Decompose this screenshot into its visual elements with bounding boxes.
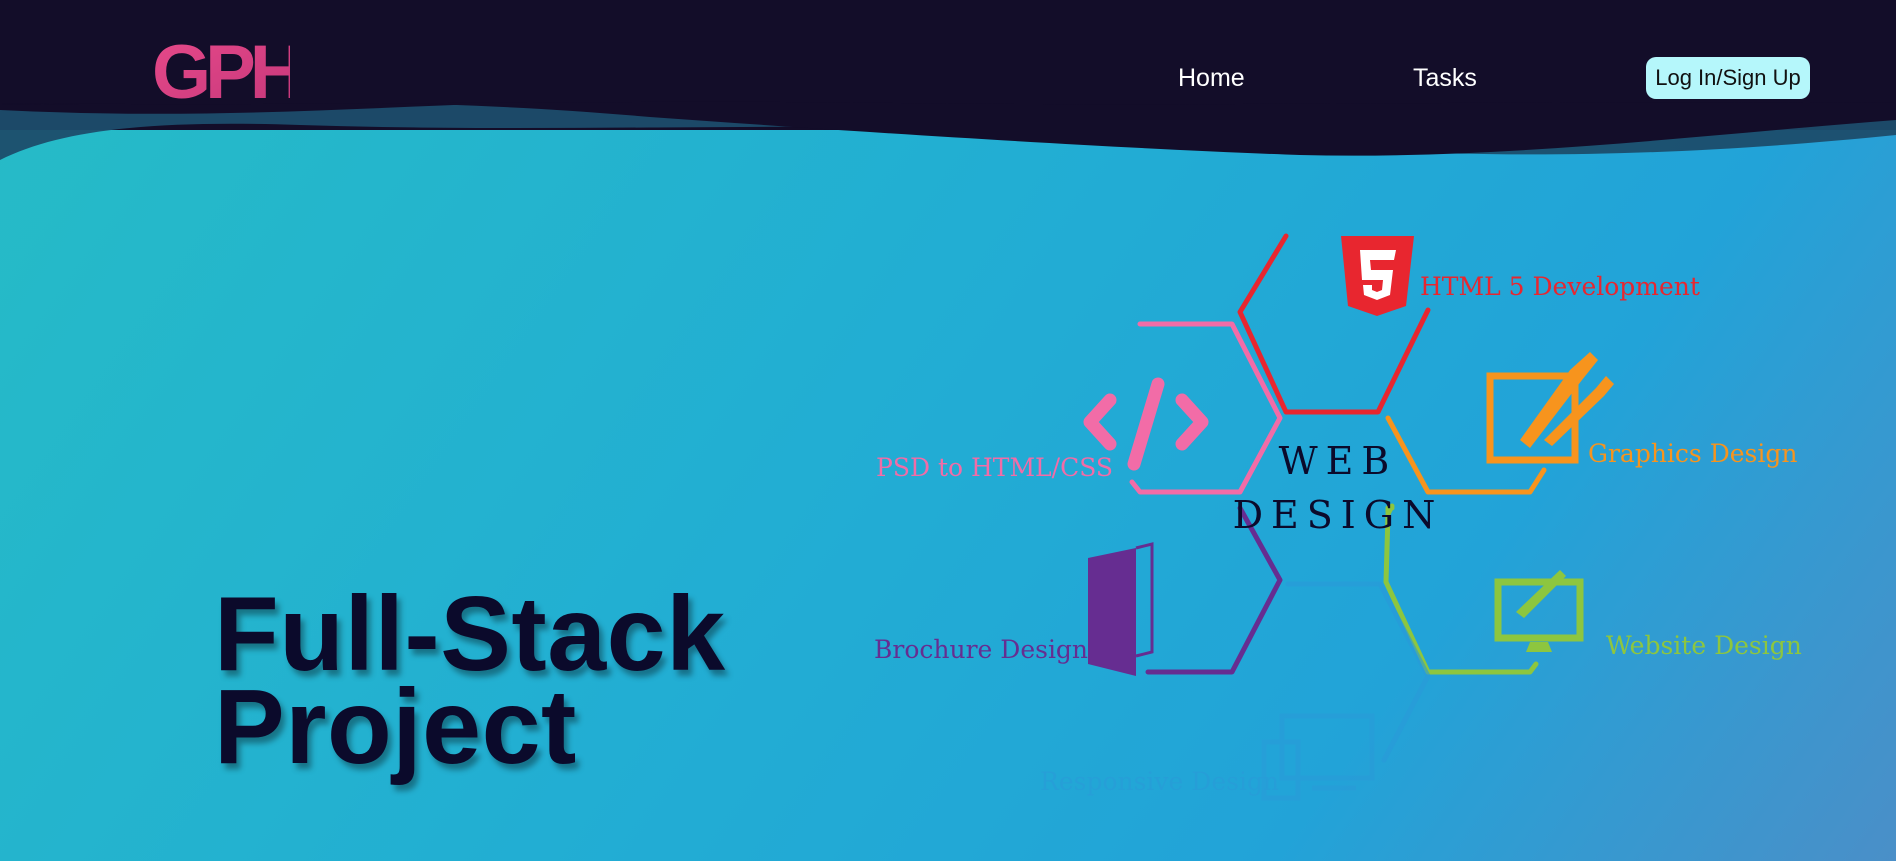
website-design-label: Website Design xyxy=(1606,631,1802,660)
brochure-design-label: Brochure Design xyxy=(874,635,1088,664)
responsive-design-label: Responsive Design xyxy=(1040,767,1279,796)
html5-development-label: HTML 5 Development xyxy=(1420,272,1700,301)
center-label-design: DESIGN xyxy=(1233,493,1444,537)
hero-title-line2: Project xyxy=(214,668,577,787)
logo-text: GPH xyxy=(152,30,290,110)
nav-home-link[interactable]: Home xyxy=(1178,64,1245,93)
devices-icon xyxy=(1261,713,1375,801)
nav-tasks-link[interactable]: Tasks xyxy=(1413,64,1477,93)
monitor-brush-icon xyxy=(1494,570,1584,652)
html5-icon xyxy=(1341,236,1414,316)
hero-title-line1: Full-Stack xyxy=(214,575,726,693)
gph-logo[interactable]: GPH xyxy=(150,30,290,110)
pen-tablet-icon xyxy=(1486,352,1614,464)
graphics-design-label: Graphics Design xyxy=(1588,439,1797,468)
psd-to-html-label: PSD to HTML/CSS xyxy=(876,453,1113,482)
brochure-icon xyxy=(1088,542,1154,676)
center-label-web: WEB xyxy=(1279,439,1398,483)
login-signup-button[interactable]: Log In/Sign Up xyxy=(1646,57,1810,99)
code-icon xyxy=(1083,377,1209,471)
hero-title: Full-Stack Project xyxy=(214,575,726,787)
